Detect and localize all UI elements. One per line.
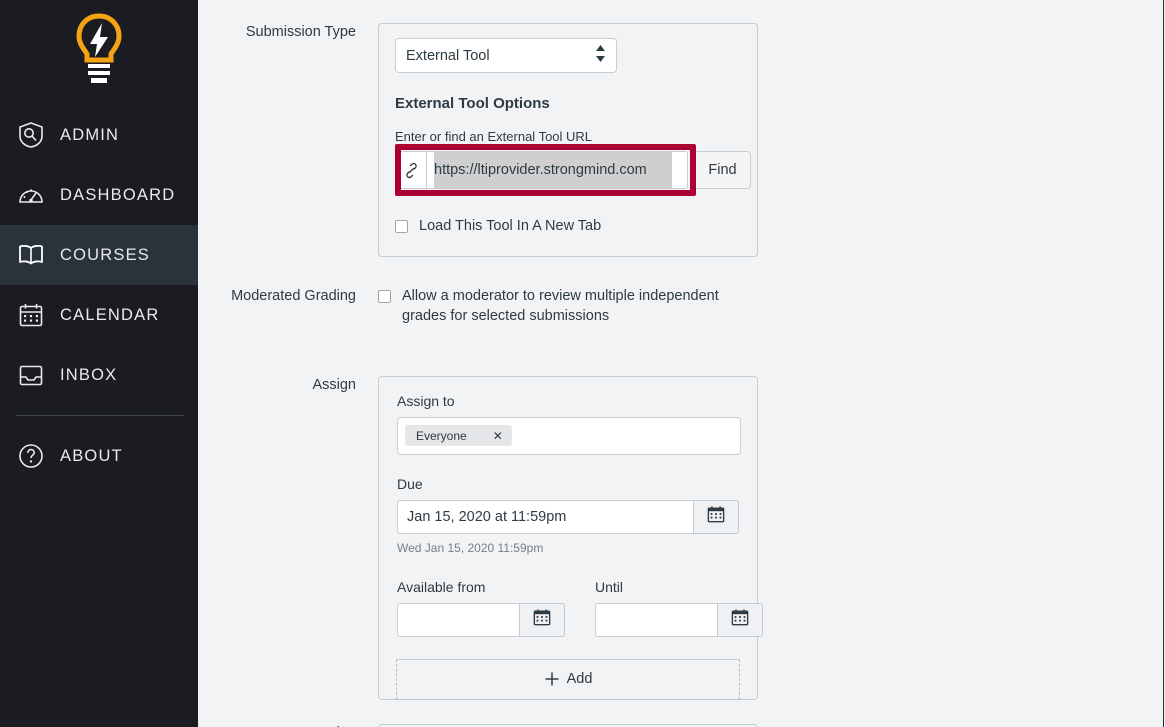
load-in-new-tab-checkbox[interactable] <box>395 220 408 233</box>
calendar-icon <box>14 298 48 332</box>
moderated-grading-checkbox-label: Allow a moderator to review multiple ind… <box>402 288 719 324</box>
add-assignment-override-button[interactable]: Add <box>396 658 740 700</box>
moderated-grading-row: Moderated Grading Allow a moderator to r… <box>198 257 1163 326</box>
available-from-line <box>397 602 565 637</box>
sidebar-item-admin[interactable]: ADMIN <box>0 105 198 165</box>
until-line <box>595 602 763 637</box>
sidebar-item-calendar[interactable]: CALENDAR <box>0 285 198 345</box>
sidebar-item-dashboard[interactable]: DASHBOARD <box>0 165 198 225</box>
link-icon <box>395 151 426 189</box>
find-external-tool-button[interactable]: Find <box>694 151 751 189</box>
until-input[interactable] <box>595 602 717 637</box>
shield-wrench-icon <box>14 118 48 152</box>
assign-to-label: Assign to <box>397 392 455 409</box>
external-tool-url-value: https://ltiprovider.strongmind.com <box>434 162 647 178</box>
submission-type-select-wrap: External Tool <box>395 38 617 73</box>
sidebar-item-label: CALENDAR <box>60 305 160 324</box>
submission-type-select[interactable]: External Tool <box>395 38 617 73</box>
book-icon <box>14 238 48 272</box>
due-date-hint: Wed Jan 15, 2020 11:59pm <box>397 540 544 555</box>
submission-type-label: Submission Type <box>245 24 356 40</box>
assign-label: Assign <box>312 376 356 393</box>
calendar-icon <box>533 608 551 631</box>
sidebar-item-courses[interactable]: COURSES <box>0 225 198 285</box>
until-label: Until <box>595 578 624 595</box>
until-field: Until <box>595 579 763 637</box>
external-tool-options-heading: External Tool Options <box>395 95 550 112</box>
load-in-new-tab-label: Load This Tool In A New Tab <box>419 218 602 234</box>
external-tool-panel: External Tool External Tool Options Ente… <box>378 23 758 258</box>
assignment-edit-form: Submission Type External Tool External T… <box>198 0 1164 727</box>
moderated-grading-checkbox-row: Allow a moderator to review multiple ind… <box>378 287 748 326</box>
availability-fields: Available from Until <box>397 579 763 659</box>
new-tab-checkbox-row: Load This Tool In A New Tab <box>395 217 741 236</box>
assign-to-pill-label: Everyone <box>416 428 467 443</box>
question-circle-icon <box>14 439 48 473</box>
calendar-icon <box>731 608 749 631</box>
available-from-field: Available from <box>397 579 565 637</box>
speedometer-icon <box>14 178 48 212</box>
external-tool-url-label: Enter or find an External Tool URL <box>395 129 593 144</box>
assign-panel: Assign to Everyone ✕ Due Jan 15, 2020 at… <box>378 375 763 700</box>
plus-icon <box>544 671 560 687</box>
assign-to-pill[interactable]: Everyone ✕ <box>405 425 512 447</box>
sidebar-item-inbox[interactable]: INBOX <box>0 345 198 405</box>
assign-row: Assign Assign to Everyone ✕ Due Jan 15, … <box>198 326 1163 700</box>
sidebar-item-label: DASHBOARD <box>60 185 176 204</box>
unassign-row: Unassign <box>198 700 1163 727</box>
available-from-input[interactable] <box>397 602 519 637</box>
global-navigation-sidebar: ADMIN DASHBOARD COURSES CALENDAR INBOX A… <box>0 0 198 727</box>
sidebar-item-label: ADMIN <box>60 125 120 144</box>
calendar-icon <box>707 505 725 528</box>
external-tool-url-group: https://ltiprovider.strongmind.com Find <box>395 144 751 196</box>
sidebar-item-about[interactable]: ABOUT <box>0 426 198 486</box>
until-calendar-button[interactable] <box>717 602 763 637</box>
due-date-calendar-button[interactable] <box>693 499 739 534</box>
moderated-grading-label: Moderated Grading <box>231 288 356 305</box>
lightbulb-logo <box>75 13 123 92</box>
close-icon[interactable]: ✕ <box>493 429 503 443</box>
submission-type-row: Submission Type External Tool External T… <box>198 0 1163 258</box>
sidebar-item-label: ABOUT <box>60 446 123 465</box>
assign-to-input[interactable]: Everyone ✕ <box>397 416 741 455</box>
sidebar-item-label: INBOX <box>60 365 118 384</box>
add-label: Add <box>566 671 593 688</box>
inbox-icon <box>14 358 48 392</box>
available-from-label: Available from <box>397 578 486 595</box>
available-from-calendar-button[interactable] <box>519 602 565 637</box>
due-label: Due <box>397 475 423 492</box>
due-date-input[interactable] <box>397 499 694 534</box>
sidebar-item-label: COURSES <box>60 245 150 264</box>
moderated-grading-checkbox[interactable] <box>378 290 391 304</box>
due-date-line <box>397 499 739 534</box>
sidebar-divider <box>16 415 184 416</box>
logo-container[interactable] <box>0 0 198 105</box>
